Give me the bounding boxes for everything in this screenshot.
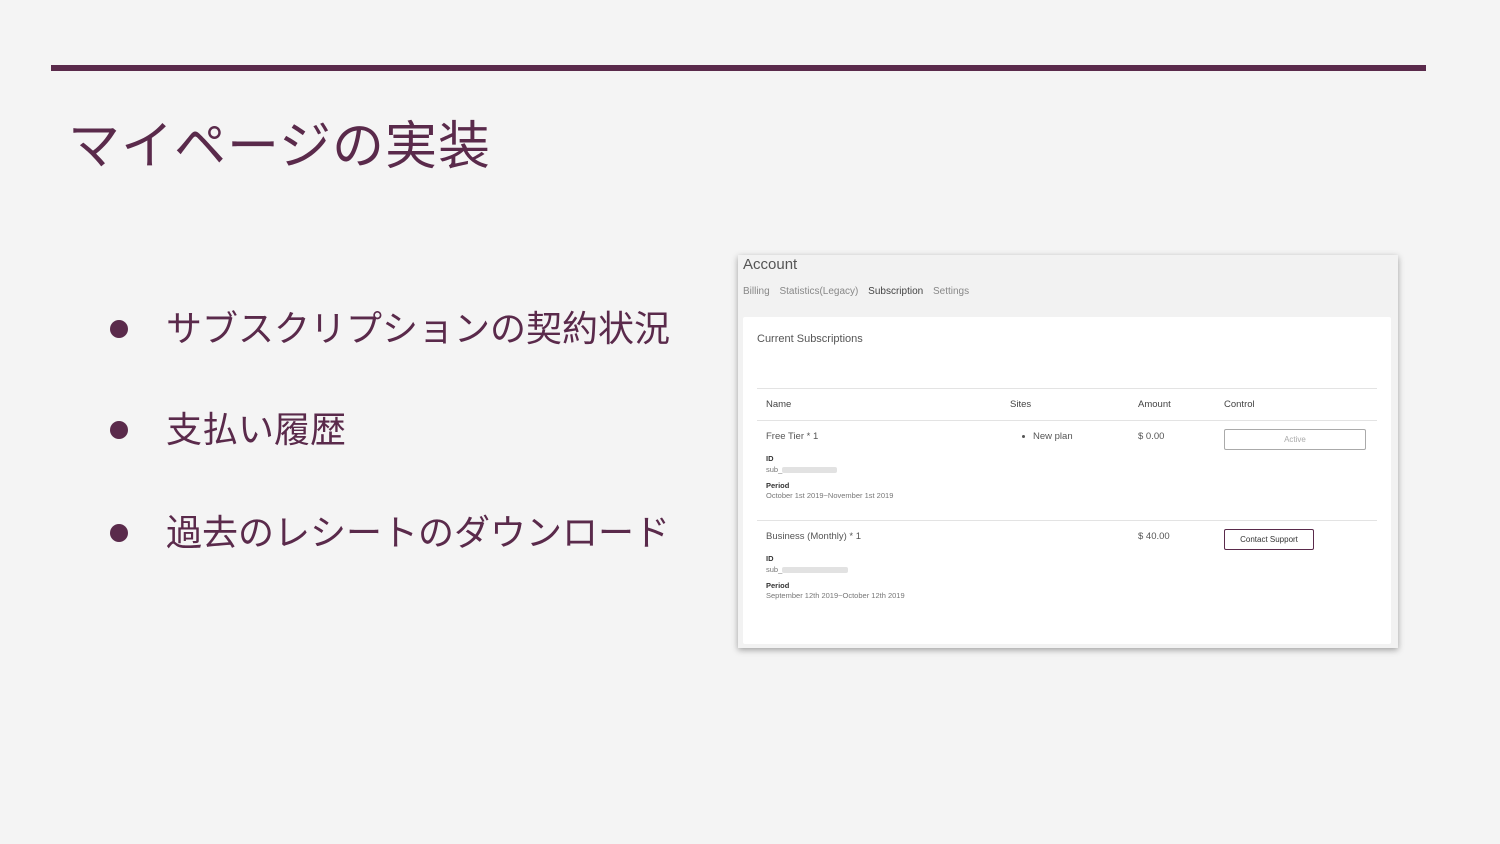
redacted-mark <box>782 567 849 574</box>
redacted-mark <box>782 467 838 474</box>
column-header-control: Control <box>1224 399 1255 410</box>
tab-subscription[interactable]: Subscription <box>868 286 923 297</box>
period-value: September 12th 2019~October 12th 2019 <box>766 591 905 600</box>
contact-support-button[interactable]: Contact Support <box>1224 529 1314 550</box>
bullet-text: 過去のレシートのダウンロード <box>166 513 671 554</box>
id-label: ID <box>766 454 774 463</box>
tab-settings[interactable]: Settings <box>933 286 969 297</box>
account-screenshot: Account Billing Statistics(Legacy) Subsc… <box>738 255 1398 648</box>
period-label: Period <box>766 581 790 590</box>
period-value: October 1st 2019~November 1st 2019 <box>766 491 894 500</box>
id-label: ID <box>766 554 774 563</box>
bullet-text: 支払い履歴 <box>166 410 347 451</box>
period-label: Period <box>766 481 790 490</box>
bullet-item: サブスクリプションの契約状況 <box>110 304 670 356</box>
bullet-text: サブスクリプションの契約状況 <box>166 309 671 350</box>
bullet-dot-icon <box>110 421 128 439</box>
amount-value: $ 0.00 <box>1138 431 1165 442</box>
id-value: sub_ <box>766 565 849 574</box>
tab-statistics-legacy[interactable]: Statistics(Legacy) <box>779 286 858 297</box>
subscription-name: Business (Monthly) * 1 <box>766 531 862 542</box>
table-divider <box>757 388 1377 389</box>
account-tabs: Billing Statistics(Legacy) Subscription … <box>743 286 976 297</box>
card-title: Current Subscriptions <box>757 333 863 345</box>
column-header-amount: Amount <box>1138 399 1171 410</box>
account-title: Account <box>743 256 798 273</box>
bullet-item: 支払い履歴 <box>110 405 346 457</box>
table-divider <box>757 420 1377 421</box>
amount-value: $ 40.00 <box>1138 531 1170 542</box>
sites-item: New plan <box>1022 431 1073 442</box>
subscriptions-card: Current Subscriptions Name Sites Amount … <box>743 317 1391 644</box>
column-header-name: Name <box>766 399 792 410</box>
id-value: sub_ <box>766 465 838 474</box>
subscription-name: Free Tier * 1 <box>766 431 819 442</box>
bullet-item: 過去のレシートのダウンロード <box>110 508 670 560</box>
list-bullet-icon <box>1022 434 1025 438</box>
bullet-dot-icon <box>110 524 128 542</box>
table-divider <box>757 520 1377 521</box>
title-rule <box>51 65 1426 71</box>
slide-title: マイページの実装 <box>68 117 491 177</box>
column-header-sites: Sites <box>1010 399 1032 410</box>
tab-billing[interactable]: Billing <box>743 286 770 297</box>
bullet-dot-icon <box>110 320 128 338</box>
active-button[interactable]: Active <box>1224 429 1366 450</box>
